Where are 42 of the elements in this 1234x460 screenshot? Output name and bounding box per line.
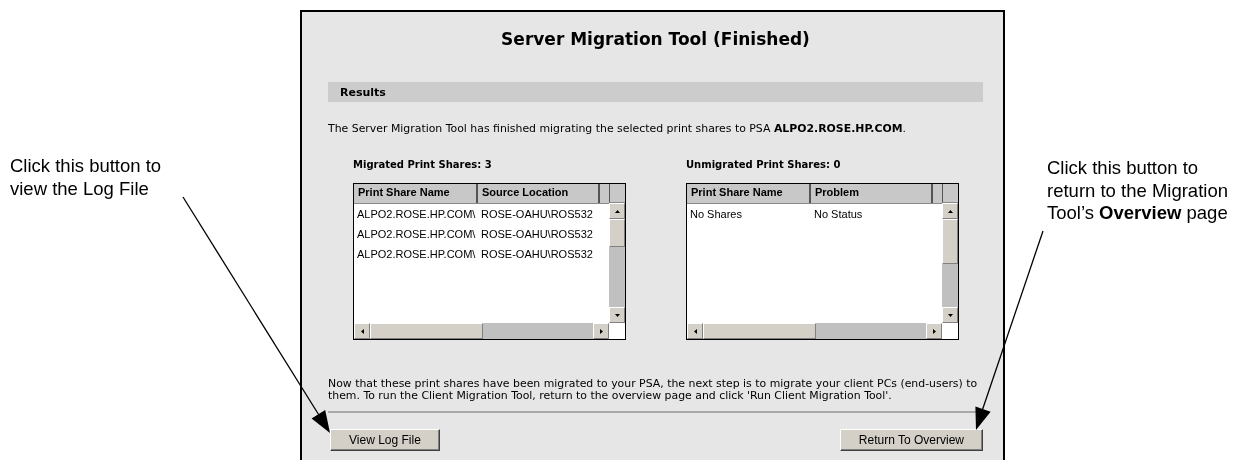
scroll-right-button[interactable] xyxy=(593,323,609,339)
arrow-down-icon xyxy=(947,313,953,317)
view-log-button[interactable]: View Log File xyxy=(330,429,440,451)
arrow-up-icon xyxy=(614,209,620,213)
scroll-down-button[interactable] xyxy=(942,307,958,323)
column-header[interactable]: Source Location xyxy=(478,184,600,203)
callout-text: Click this button to view the Log File xyxy=(10,155,163,200)
scroll-left-button[interactable] xyxy=(354,323,370,339)
scroll-up-button[interactable] xyxy=(942,203,958,219)
instructions-text: Now that these print shares have been migrated to your PSA, the next step is to migrate your client PCs (end-users) to them. To run the Client Migration Tool, return to the overview page and click 'Run Client Migration Tool'. xyxy=(328,378,979,402)
arrow-right-icon xyxy=(599,328,603,334)
table-caption: Unmigrated Print Shares: 0 xyxy=(686,159,842,170)
scroll-thumb[interactable] xyxy=(942,219,958,264)
table-cell-text: No Shares xyxy=(689,208,743,220)
scroll-thumb[interactable] xyxy=(370,323,483,339)
table-cell-text: No Status xyxy=(813,208,864,220)
scroll-thumb[interactable] xyxy=(703,323,816,339)
scroll-down-button[interactable] xyxy=(609,307,625,323)
scroll-up-button[interactable] xyxy=(609,203,625,219)
callout-text: Click this button to return to the Migration Tool’s Overview page xyxy=(1047,157,1229,225)
column-header[interactable]: Problem xyxy=(811,184,933,203)
arrow-left-icon xyxy=(693,328,697,334)
arrow-down-icon xyxy=(614,313,620,317)
scroll-left-button[interactable] xyxy=(687,323,703,339)
arrow-left-icon xyxy=(360,328,364,334)
arrow-right-icon xyxy=(932,328,936,334)
arrow-up-icon xyxy=(947,209,953,213)
table-cell-text: ROSE-OAHU\ROS532 xyxy=(480,248,594,260)
section-title: Results xyxy=(340,85,386,99)
status-message: The Server Migration Tool has finished migrating the selected print shares to PSA ALPO2.ROSE.HP.COM. xyxy=(328,122,908,135)
table-cell-text: ROSE-OAHU\ROS532 xyxy=(480,208,594,220)
return-overview-button[interactable]: Return To Overview xyxy=(839,429,983,451)
scroll-thumb[interactable] xyxy=(609,219,625,247)
table-cell-text: ALPO2.ROSE.HP.COM\ xyxy=(356,248,477,260)
table-cell-text: ROSE-OAHU\ROS532 xyxy=(480,228,594,240)
table-cell-text: ALPO2.ROSE.HP.COM\ xyxy=(356,228,477,240)
column-header[interactable]: Print Share Name xyxy=(687,184,811,203)
scroll-right-button[interactable] xyxy=(926,323,942,339)
table-cell-text: ALPO2.ROSE.HP.COM\ xyxy=(356,208,477,220)
table-caption: Migrated Print Shares: 3 xyxy=(353,159,493,170)
column-header[interactable]: Print Share Name xyxy=(354,184,478,203)
window-title: Server Migration Tool (Finished) xyxy=(500,29,811,49)
